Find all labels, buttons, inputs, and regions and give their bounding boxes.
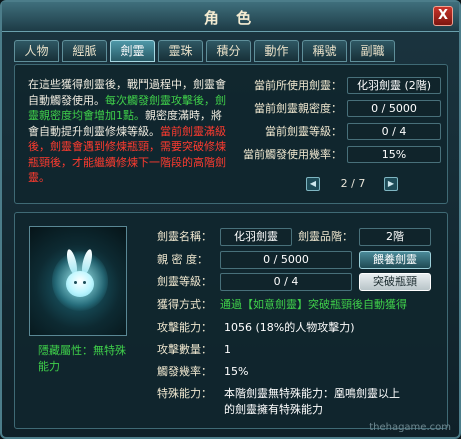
special-ability-value-line2: 的劍靈擁有特殊能力	[224, 403, 323, 416]
trigger-chance-label: 觸發幾率：	[157, 365, 212, 378]
intimacy-value: 0 / 5000	[220, 251, 352, 269]
obtain-method-value: 通過【如意劍靈】突破瓶頸後自動獲得	[220, 298, 407, 311]
hidden-attribute-line1: 隱藏屬性：無特殊	[38, 344, 126, 357]
spirit-name-value: 化羽劍靈	[220, 228, 292, 246]
attack-ability-value: 1056 (18%的人物攻擊力)	[224, 321, 355, 334]
hidden-attribute: 隱藏屬性：無特殊 能力	[38, 343, 138, 375]
prev-page-icon[interactable]: ◀	[306, 177, 320, 191]
spirit-name-label: 劍靈名稱：	[157, 230, 212, 243]
tab-actions[interactable]: 動作	[254, 40, 299, 62]
watermark: thehagame.com	[369, 422, 451, 433]
character-window: 角 色 X 人物 經脈 劍靈 靈珠 積分 動作 稱號 副職 在這些獲得劍靈後，戰…	[0, 0, 461, 439]
special-ability-value-line1: 本階劍靈無特殊能力：凰鳴劍靈以上	[224, 387, 400, 400]
breakthrough-button[interactable]: 突破瓶頸	[359, 273, 431, 291]
spirit-body	[66, 271, 94, 297]
attack-count-value: 1	[224, 343, 231, 356]
hidden-attribute-line2: 能力	[38, 360, 60, 373]
current-spirit-value: 化羽劍靈 (2階)	[347, 77, 441, 94]
title-bar[interactable]: 角 色 X	[2, 2, 459, 32]
spirit-grade-label: 劍靈品階：	[298, 230, 353, 243]
spirit-level-label: 劍靈等級：	[157, 275, 212, 288]
tab-bar: 人物 經脈 劍靈 靈珠 積分 動作 稱號 副職	[14, 40, 395, 62]
trigger-chance-value: 15%	[224, 365, 249, 378]
spirit-grade-value: 2階	[359, 228, 431, 246]
attack-count-label: 攻擊數量：	[157, 343, 212, 356]
special-ability-label: 特殊能力：	[157, 387, 212, 400]
obtain-method-label: 獲得方式：	[157, 298, 212, 311]
intimacy-label: 親 密 度：	[157, 253, 208, 266]
feed-spirit-button[interactable]: 餵養劍靈	[359, 251, 431, 269]
tab-sub-job[interactable]: 副職	[350, 40, 395, 62]
next-page-icon[interactable]: ▶	[384, 177, 398, 191]
tab-character[interactable]: 人物	[14, 40, 59, 62]
tab-sword-spirit[interactable]: 劍靈	[110, 40, 155, 62]
trigger-rate-value: 15%	[347, 146, 441, 163]
description-text: 在這些獲得劍靈後，戰鬥過程中，劍靈會自動觸發使用。每次觸發劍靈攻擊後，劍靈親密度…	[28, 77, 228, 186]
close-button[interactable]: X	[433, 6, 453, 26]
tab-titles[interactable]: 稱號	[302, 40, 347, 62]
current-spirit-label: 當前所使用劍靈：	[254, 79, 342, 92]
page-indicator: 2 / 7	[340, 177, 366, 190]
current-intimacy-label: 當前劍靈親密度：	[254, 102, 342, 115]
current-level-value: 0 / 4	[347, 123, 441, 140]
spirit-eye-right	[83, 281, 86, 284]
attack-ability-label: 攻擊能力：	[157, 321, 212, 334]
tab-spirit-orb[interactable]: 靈珠	[158, 40, 203, 62]
trigger-rate-label: 當前觸發使用幾率：	[243, 148, 342, 161]
spirit-level-value: 0 / 4	[220, 273, 352, 291]
tab-meridians[interactable]: 經脈	[62, 40, 107, 62]
current-intimacy-value: 0 / 5000	[347, 100, 441, 117]
tab-points[interactable]: 積分	[206, 40, 251, 62]
current-level-label: 當前劍靈等級：	[265, 125, 342, 138]
spirit-portrait	[29, 226, 127, 336]
spirit-eye-left	[74, 281, 77, 284]
window-title: 角 色	[203, 9, 258, 27]
